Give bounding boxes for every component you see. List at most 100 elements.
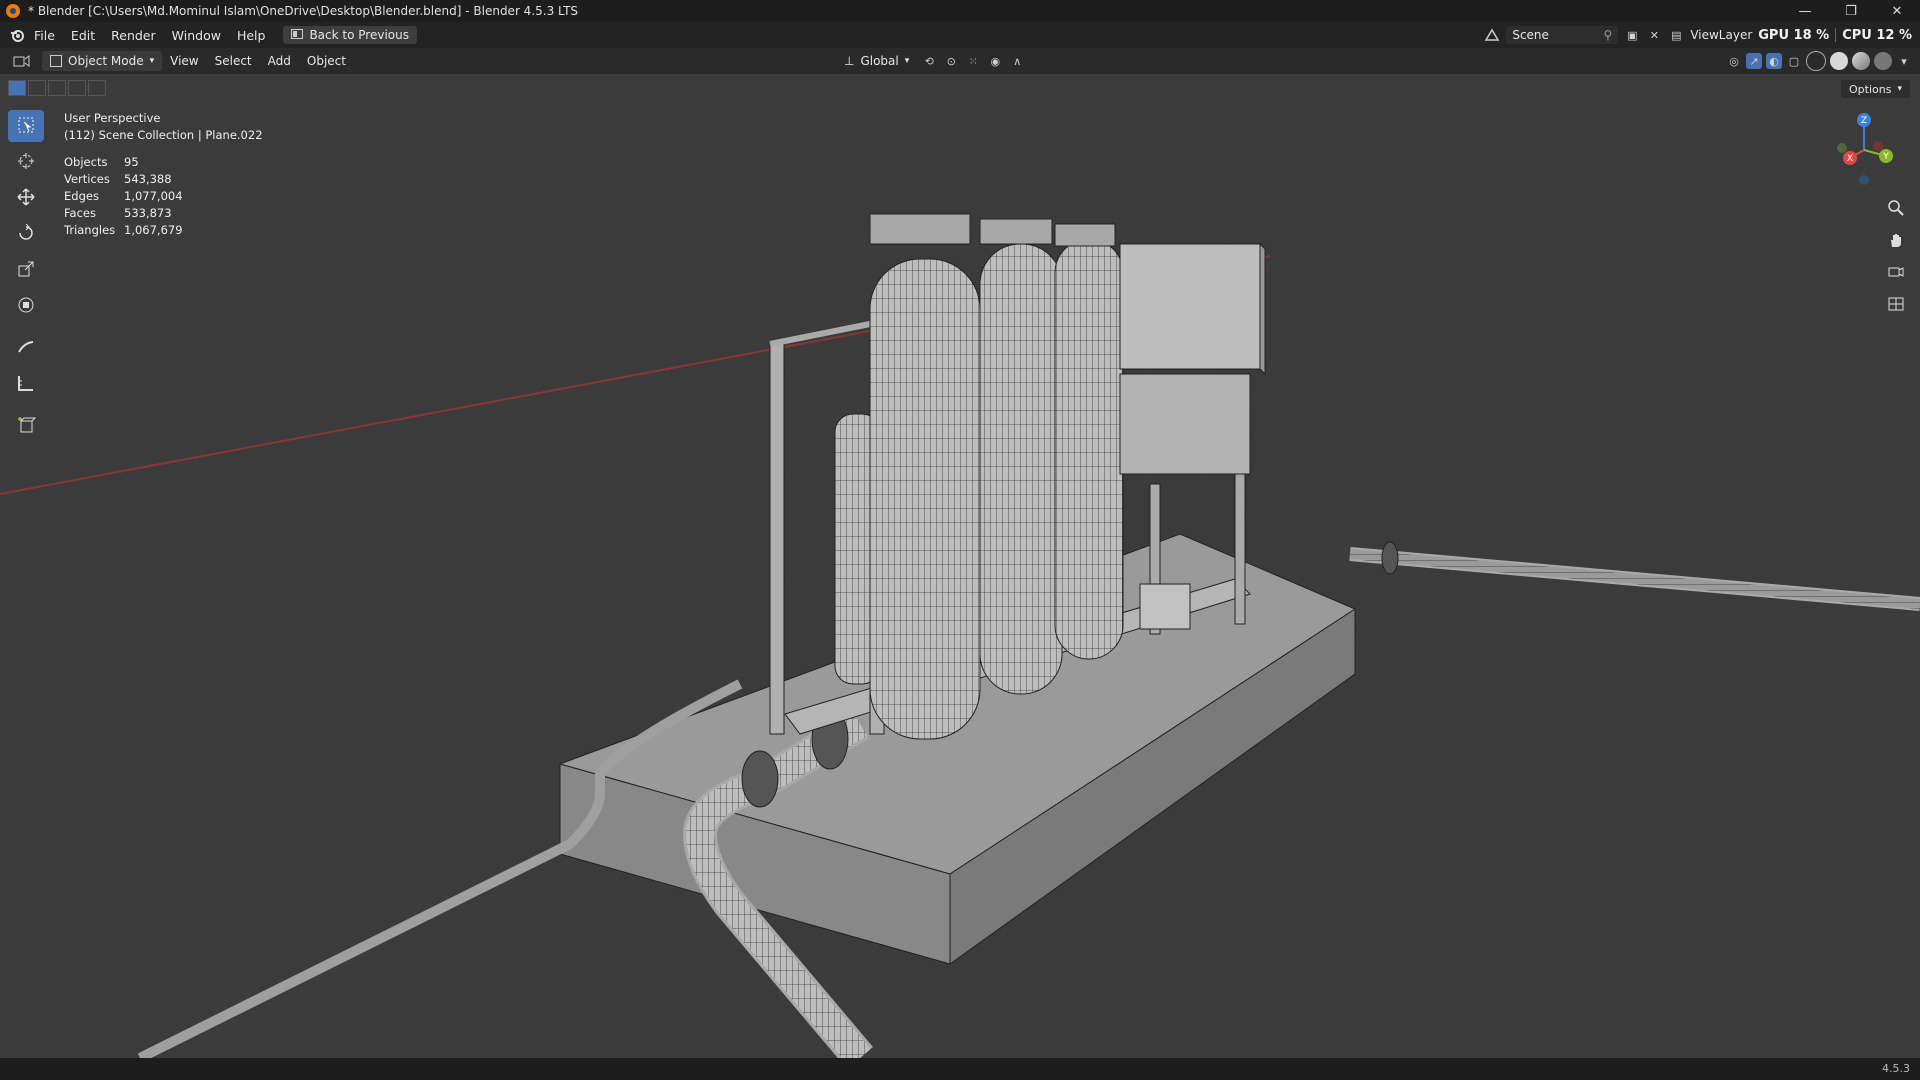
back-button-label: Back to Previous [309,28,409,42]
status-bar: 4.5.3 [0,1058,1920,1080]
back-to-previous-button[interactable]: Back to Previous [283,26,417,44]
options-dropdown[interactable]: Options ▾ [1841,80,1910,98]
select-extend-icon[interactable] [28,80,46,96]
perspective-toggle-icon[interactable] [1884,292,1908,316]
falloff-icon[interactable]: ∧ [1009,53,1025,69]
select-intersect-icon[interactable] [88,80,106,96]
transform-orientation-dropdown[interactable]: ⊥ Global ▾ [838,51,915,71]
left-toolbar [8,110,48,446]
ruler-icon [16,373,36,396]
cube-add-icon [16,415,37,438]
xray-toggle-icon[interactable]: ▢ [1786,53,1802,69]
pencil-icon [16,337,36,360]
title-bar: * Blender [C:\Users\Md.Mominul Islam\One… [0,0,1920,22]
shading-options-icon[interactable]: ▾ [1896,53,1912,69]
delete-scene-icon[interactable]: ✕ [1646,27,1662,43]
screen-icon [291,28,304,42]
stat-label: Triangles [64,223,116,237]
top-menu-bar: File Edit Render Window Help Back to Pre… [0,22,1920,48]
pan-hand-icon[interactable] [1884,228,1908,252]
blender-app-icon [6,4,20,18]
maximize-button[interactable]: ❐ [1828,0,1874,22]
scale-tool[interactable] [8,254,44,286]
transform-tool[interactable] [8,290,44,322]
material-shading-icon[interactable] [1852,52,1870,70]
minimize-button[interactable]: — [1782,0,1828,22]
new-scene-icon[interactable]: ▣ [1624,27,1640,43]
view-layer-icon[interactable]: ▤ [1668,27,1684,43]
window-controls: — ❐ ✕ [1782,0,1920,22]
editor-type-icon[interactable] [8,51,36,71]
stat-label: Edges [64,189,99,203]
stat-label: Vertices [64,172,110,186]
menu-view[interactable]: View [162,54,206,68]
options-label: Options [1849,82,1892,96]
snap-target-icon[interactable]: ⁙ [965,53,981,69]
blender-logo-icon[interactable] [8,26,26,44]
scene-name: Scene [1512,28,1549,42]
window-title: * Blender [C:\Users\Md.Mominul Islam\One… [28,4,579,18]
tank-2 [979,243,1063,695]
add-cube-tool[interactable] [8,410,44,442]
stat-row: Edges 1,077,004 [64,188,263,205]
close-button[interactable]: ✕ [1874,0,1920,22]
menu-add[interactable]: Add [260,54,299,68]
pivot-point-icon[interactable]: ⟲ [921,53,937,69]
navigation-gizmo[interactable]: Z Y X [1824,110,1904,190]
menu-render[interactable]: Render [103,28,164,43]
viewport-scene [0,74,1920,1069]
scene-icon[interactable] [1484,27,1500,43]
gizmo-toggle-icon[interactable]: ↗ [1746,53,1762,69]
menu-file[interactable]: File [26,28,63,43]
menu-object[interactable]: Object [299,54,354,68]
svg-text:Y: Y [1882,152,1889,162]
object-mode-label: Object Mode [68,54,144,68]
pin-icon[interactable]: ⚲ [1604,28,1613,42]
move-tool[interactable] [8,182,44,214]
rotate-tool[interactable] [8,218,44,250]
object-mode-dropdown[interactable]: Object Mode ▾ [42,51,163,71]
menu-help[interactable]: Help [229,28,274,43]
solid-shading-icon[interactable] [1830,52,1848,70]
stat-row: Objects 95 [64,154,263,171]
zoom-icon[interactable] [1884,196,1908,220]
snap-icon[interactable]: ⊙ [943,53,959,69]
viewport-info-overlay: User Perspective (112) Scene Collection … [64,110,263,239]
rendered-shading-icon[interactable] [1874,52,1892,70]
scale-icon [16,259,36,282]
tank-1 [869,258,981,740]
select-new-icon[interactable] [8,80,26,96]
svg-text:X: X [1847,154,1853,164]
3d-viewport[interactable] [0,74,1920,1069]
stat-row: Triangles 1,067,679 [64,222,263,239]
scene-selector[interactable]: Scene ⚲ [1506,26,1619,44]
stat-value: 543,388 [124,172,172,186]
select-invert-icon[interactable] [68,80,86,96]
chevron-down-icon: ▾ [149,56,155,66]
cursor-tool[interactable] [8,146,44,178]
tank-3 [1054,238,1124,660]
menu-select[interactable]: Select [207,54,260,68]
stat-label: Objects [64,155,108,169]
annotate-tool[interactable] [8,332,44,364]
proportional-edit-icon[interactable]: ◉ [987,53,1003,69]
view-layer-selector[interactable]: ViewLayer [1690,28,1752,42]
active-collection: (112) Scene Collection | Plane.022 [64,128,263,142]
overlay-toggle-icon[interactable]: ◐ [1766,53,1782,69]
visibility-icon[interactable]: ◎ [1726,53,1742,69]
select-subtract-icon[interactable] [48,80,66,96]
select-box-tool[interactable] [8,110,44,142]
viewport-header: Object Mode ▾ View Select Add Object ⊥ G… [0,48,1920,74]
menu-window[interactable]: Window [164,28,229,43]
wireframe-shading-icon[interactable] [1806,51,1826,71]
transform-icon [16,295,36,318]
crosshair-cursor-icon [16,151,36,174]
gpu-usage: GPU 18 % [1758,27,1830,43]
camera-view-icon[interactable] [1884,260,1908,284]
orientation-label: Global [860,54,899,68]
cpu-usage: CPU 12 % [1842,27,1912,43]
stat-label: Faces [64,206,96,220]
menu-edit[interactable]: Edit [63,28,103,43]
rotate-icon [16,223,36,246]
measure-tool[interactable] [8,368,44,400]
